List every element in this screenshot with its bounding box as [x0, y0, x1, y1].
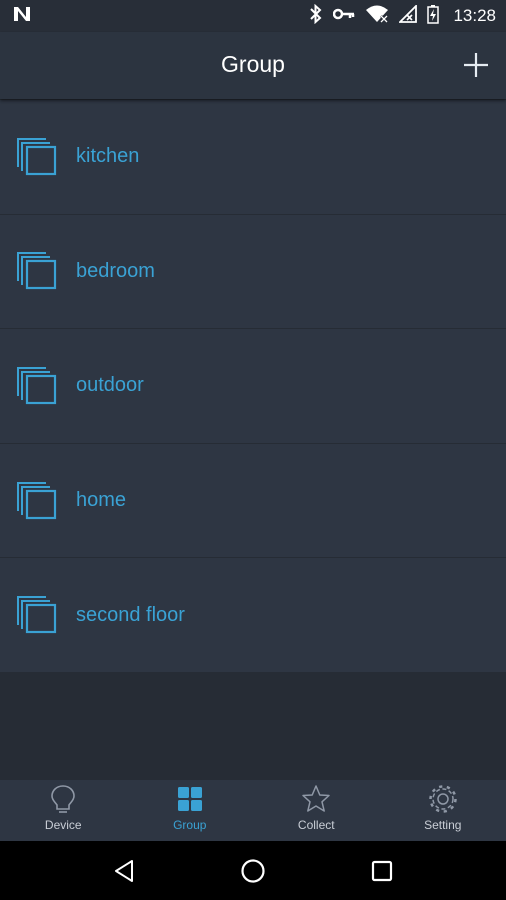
empty-area — [0, 673, 506, 781]
group-item-label: outdoor — [76, 374, 144, 397]
star-icon — [302, 785, 330, 812]
back-button[interactable] — [104, 851, 144, 891]
back-icon — [115, 859, 134, 882]
key-icon — [333, 7, 355, 26]
group-item-label: bedroom — [76, 259, 155, 282]
bluetooth-icon — [309, 3, 323, 29]
nav-label: Collect — [297, 818, 335, 832]
nav-label: Device — [44, 818, 82, 832]
recents-icon — [371, 860, 392, 881]
group-item-outdoor[interactable]: outdoor — [0, 329, 506, 444]
nav-device[interactable]: Device — [0, 780, 127, 841]
plus-icon — [464, 53, 488, 77]
group-stack-icon — [17, 366, 57, 405]
group-stack-icon — [17, 596, 57, 634]
nav-collect[interactable]: Collect — [253, 780, 380, 841]
bottom-nav: Device Group Collect Setting — [0, 780, 506, 841]
nav-label: Setting — [424, 818, 462, 832]
grid-icon — [177, 787, 202, 811]
system-nav-bar — [0, 841, 506, 900]
group-item-label: home — [76, 489, 127, 512]
nav-setting[interactable]: Setting — [380, 780, 506, 841]
group-item-home[interactable]: home — [0, 444, 506, 559]
home-button[interactable] — [233, 851, 273, 891]
nav-group[interactable]: Group — [127, 780, 254, 841]
group-stack-icon — [17, 137, 57, 175]
n-logo-icon — [12, 5, 32, 28]
nav-label: Group — [173, 818, 207, 832]
home-icon — [241, 858, 265, 883]
status-bar: 13:28 — [0, 0, 506, 32]
group-item-bedroom[interactable]: bedroom — [0, 215, 506, 330]
group-item-second-floor[interactable]: second floor — [0, 558, 506, 673]
group-stack-icon — [17, 481, 57, 519]
app-bar: Group — [0, 32, 506, 99]
wifi-icon — [365, 5, 389, 28]
group-stack-icon — [17, 252, 57, 290]
page-title: Group — [221, 51, 285, 77]
group-item-kitchen[interactable]: kitchen — [0, 100, 506, 215]
status-time: 13:28 — [453, 6, 496, 25]
lightbulb-icon — [51, 785, 76, 813]
add-group-button[interactable] — [460, 49, 492, 81]
signal-icon — [398, 3, 418, 28]
gear-icon — [429, 785, 457, 813]
recents-button[interactable] — [362, 851, 402, 891]
group-item-label: second floor — [76, 603, 185, 626]
group-item-label: kitchen — [76, 145, 140, 168]
battery-charging-icon — [427, 4, 440, 29]
group-list: kitchen bedroom outdoor home second floo… — [0, 100, 506, 673]
